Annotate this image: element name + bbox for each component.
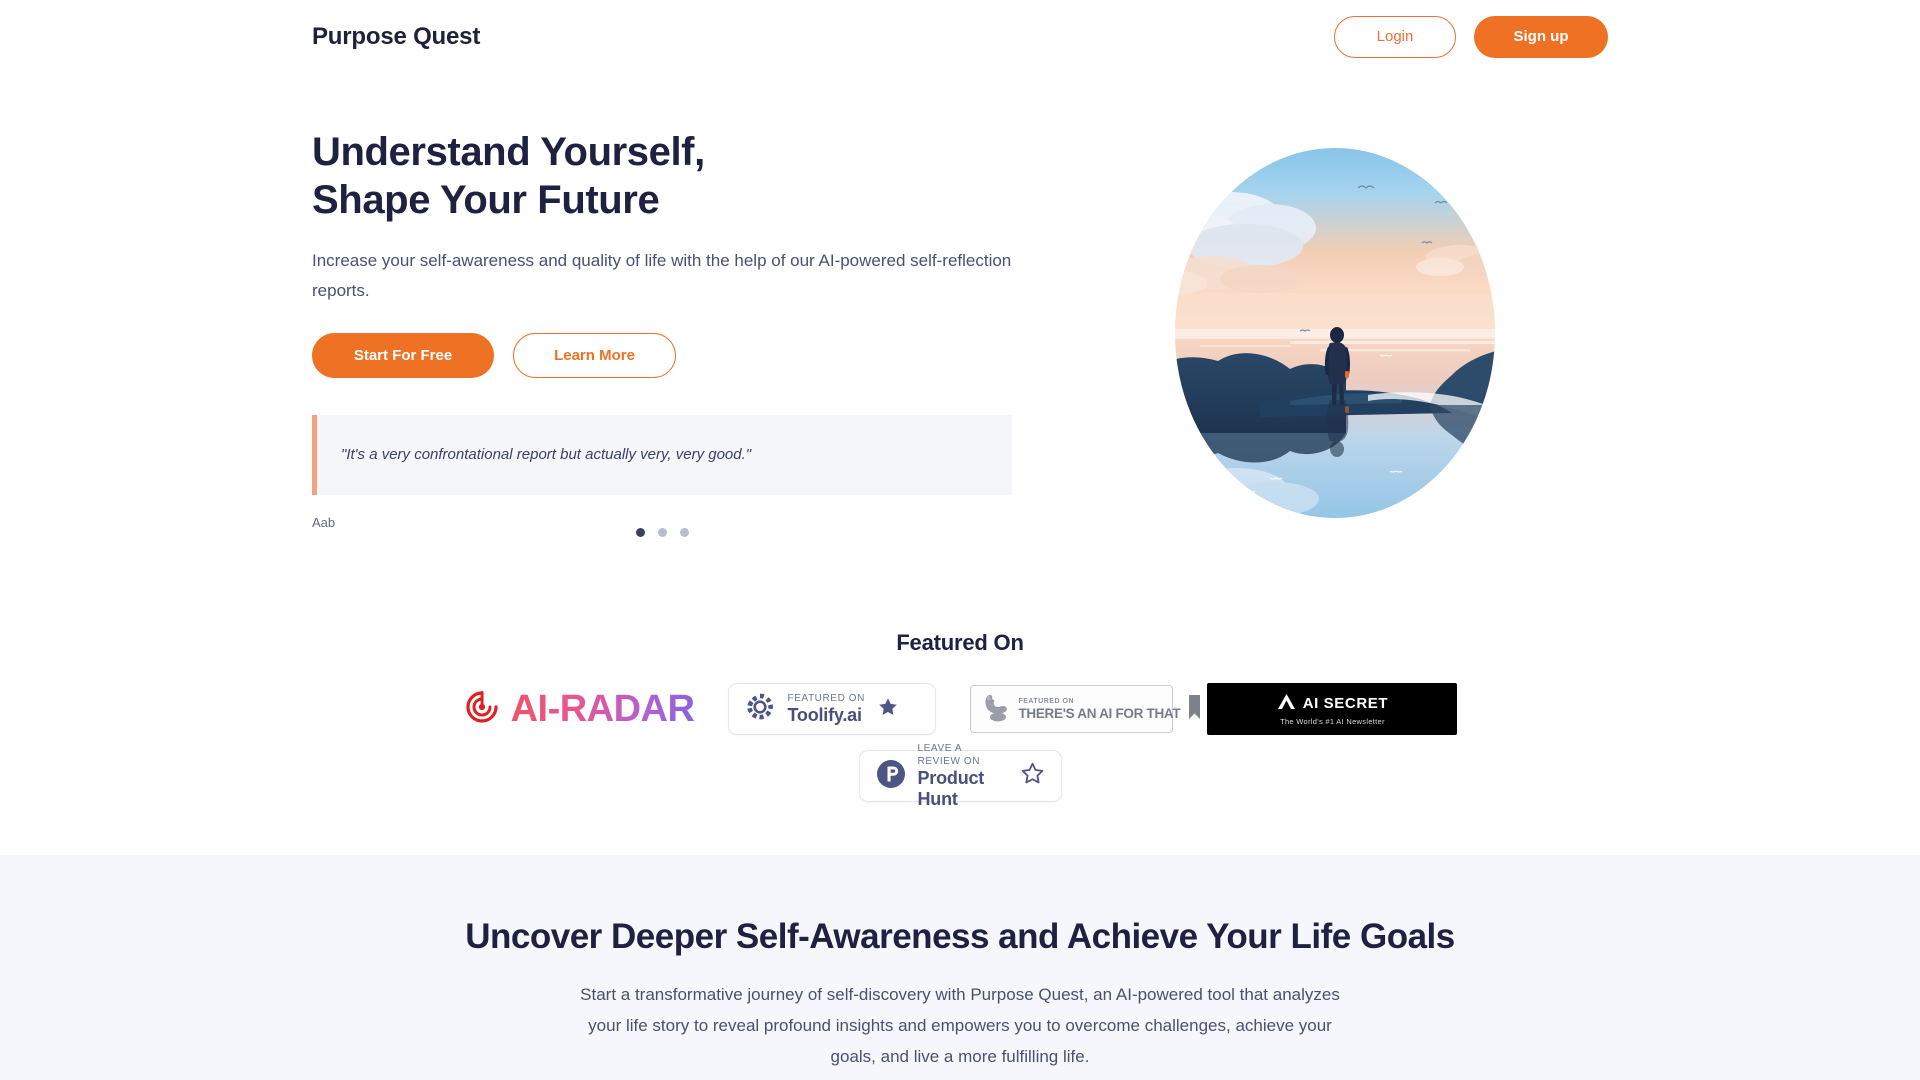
hero-copy: Understand Yourself, Shape Your Future I… <box>312 128 1032 378</box>
badge-toolify-eyebrow: FEATURED ON <box>787 693 865 704</box>
badge-product-hunt-label: Product Hunt <box>917 768 985 809</box>
login-button[interactable]: Login <box>1334 15 1456 58</box>
featured-on-section: Featured On AI-RADAR FEATURED ON Toolify… <box>0 630 1920 809</box>
badge-taaft-texts: FEATURED ON THERE'S AN AI FOR THAT <box>1018 697 1180 722</box>
badge-ai-secret-label: AI SECRET <box>1302 695 1389 713</box>
badge-ai-secret[interactable]: AI SECRET The World's #1 AI Newsletter <box>1207 683 1458 735</box>
start-for-free-button[interactable]: Start For Free <box>312 333 494 378</box>
star-filled-icon <box>877 696 899 723</box>
carousel-dot-2[interactable] <box>657 528 667 537</box>
ai-secret-logo-icon <box>1277 693 1296 715</box>
hero-title-line-1: Understand Yourself, <box>312 130 705 174</box>
landing-page: Purpose Quest Login Sign up Understand Y… <box>0 0 1920 1080</box>
hero-cta-group: Start For Free Learn More <box>312 333 1032 378</box>
page-title: Understand Yourself, Shape Your Future <box>312 128 1032 224</box>
badge-taaft-eyebrow: FEATURED ON <box>1018 697 1074 705</box>
carousel-dot-3[interactable] <box>679 528 689 537</box>
carousel-dots <box>312 528 1012 537</box>
featured-badge-row-primary: AI-RADAR FEATURED ON Toolify.ai FEATURED… <box>0 683 1920 735</box>
badge-toolify-texts: FEATURED ON Toolify.ai <box>787 692 865 726</box>
star-outline-icon <box>1020 761 1045 791</box>
badge-toolify-label: Toolify.ai <box>787 705 862 725</box>
badge-taaft-label: THERE'S AN AI FOR THAT <box>1018 705 1181 721</box>
badge-product-hunt[interactable]: LEAVE A REVIEW ON Product Hunt <box>858 743 1062 809</box>
testimonial-card: "It's a very confrontational report but … <box>312 415 1012 495</box>
badge-ai-secret-tagline: The World's #1 AI Newsletter <box>1280 716 1385 726</box>
radar-icon <box>463 688 501 731</box>
badge-ai-radar-label: AI-RADAR <box>510 688 695 730</box>
badge-ai-radar[interactable]: AI-RADAR <box>463 683 695 735</box>
carousel-dot-1[interactable] <box>635 528 645 537</box>
bookmark-icon <box>1188 694 1201 725</box>
badge-ai-secret-top: AI SECRET <box>1277 693 1388 715</box>
value-proposition-body: Start a transformative journey of self-d… <box>580 985 1340 1066</box>
featured-badge-row-secondary: LEAVE A REVIEW ON Product Hunt <box>0 743 1920 809</box>
product-hunt-icon <box>876 759 906 794</box>
value-proposition-section: Uncover Deeper Self-Awareness and Achiev… <box>0 855 1920 1080</box>
brand-logo-text[interactable]: Purpose Quest <box>312 23 480 51</box>
hero-illustration <box>1140 133 1530 533</box>
badge-product-hunt-texts: LEAVE A REVIEW ON Product Hunt <box>918 742 1008 810</box>
learn-more-button[interactable]: Learn More <box>513 333 676 378</box>
testimonial-carousel: "It's a very confrontational report but … <box>312 415 1012 530</box>
flexed-arm-icon <box>980 691 1010 728</box>
featured-on-title: Featured On <box>896 630 1024 655</box>
badge-toolify[interactable]: FEATURED ON Toolify.ai <box>728 683 937 735</box>
site-header: Purpose Quest Login Sign up <box>0 0 1920 73</box>
hero-title-line-2: Shape Your Future <box>312 178 660 222</box>
testimonial-quote: "It's a very confrontational report but … <box>341 446 752 463</box>
signup-button[interactable]: Sign up <box>1474 15 1608 58</box>
badge-theres-an-ai-for-that[interactable]: FEATURED ON THERE'S AN AI FOR THAT <box>970 685 1201 733</box>
badge-product-hunt-eyebrow: LEAVE A REVIEW ON <box>917 743 981 767</box>
hero-subtitle: Increase your self-awareness and quality… <box>312 251 1012 300</box>
toolify-icon <box>745 692 775 727</box>
header-actions: Login Sign up <box>1334 15 1608 58</box>
value-proposition-title: Uncover Deeper Self-Awareness and Achiev… <box>465 917 1455 956</box>
